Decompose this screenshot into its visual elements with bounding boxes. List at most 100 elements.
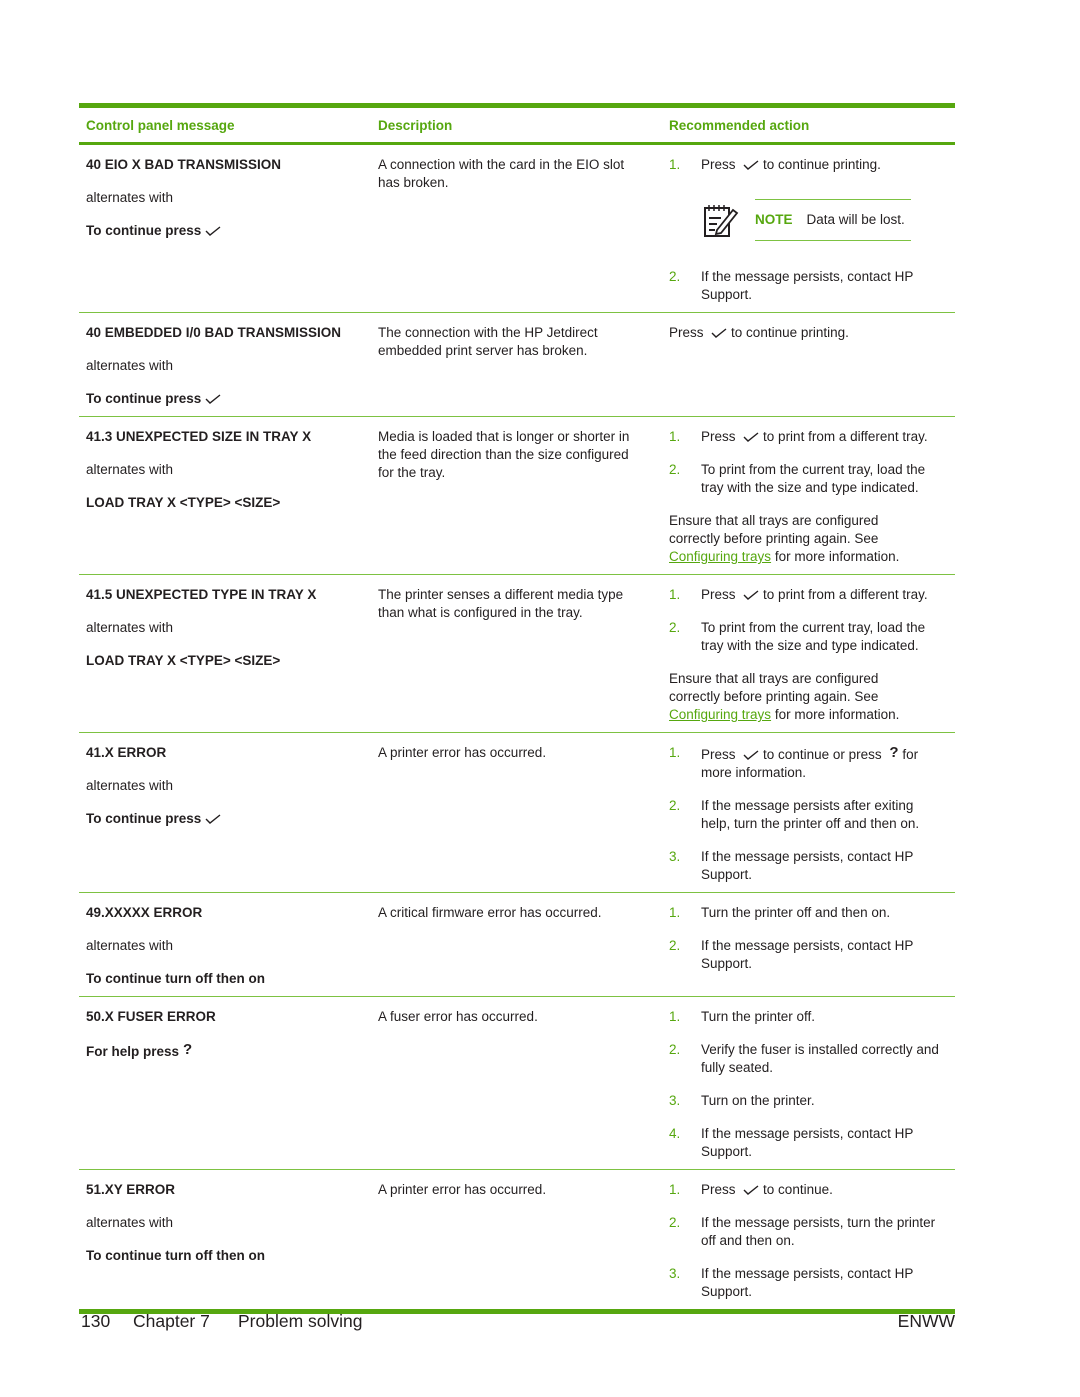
configuring-trays-link[interactable]: Configuring trays <box>669 707 771 722</box>
step-text: Turn the printer off. <box>701 1009 816 1024</box>
step-before: Press <box>701 1182 736 1197</box>
step-after: to continue printing. <box>763 157 881 172</box>
alternate-message-text: To continue press <box>86 811 202 826</box>
description-cell: The connection with the HP Jetdirect emb… <box>371 313 662 416</box>
step-text: If the message persists, contact HP Supp… <box>701 938 914 971</box>
ensure-trays-paragraph: Ensure that all trays are configured cor… <box>669 512 919 566</box>
action-text: Press to continue printing. <box>669 324 955 342</box>
action-steps: 1. Press to print from a different tray. … <box>669 428 955 497</box>
recommended-action-cell: 1. Press to continue. 2. If the message pe… <box>662 1170 955 1309</box>
step-text: Press to continue printing. <box>701 156 941 174</box>
step-number: 1. <box>669 429 681 444</box>
table-header: Control panel message Description Recomm… <box>79 108 955 142</box>
note-pad-icon <box>701 202 741 238</box>
table-row: 50.X FUSER ERROR For help press? A fuser e… <box>79 997 955 1170</box>
table-row: 41.5 UNEXPECTED TYPE IN TRAY X alternates… <box>79 575 955 733</box>
action-step: 4. If the message persists, contact HP Su… <box>669 1125 955 1161</box>
locale-code: ENWW <box>897 1311 955 1331</box>
description-text: The connection with the HP Jetdirect emb… <box>378 325 598 358</box>
control-panel-message-cell: 40 EIO X BAD TRANSMISSION alternates with… <box>79 145 371 312</box>
checkmark-icon <box>743 431 759 443</box>
action-step: 2. To print from the current tray, load t… <box>669 619 955 655</box>
action-step: 1. Press to continue printing. <box>669 156 955 174</box>
step-number: 1. <box>669 157 681 172</box>
step-text: If the message persists, turn the printe… <box>701 1215 936 1248</box>
step-before: Press <box>701 587 736 602</box>
configuring-trays-link[interactable]: Configuring trays <box>669 549 771 564</box>
description-cell: A fuser error has occurred. <box>371 997 662 1169</box>
control-panel-message-cell: 51.XY ERROR alternates with To continue tu… <box>79 1170 371 1309</box>
alternate-message: To continue turn off then on <box>86 970 371 988</box>
action-step: 1. Press to continue or press ? for more … <box>669 744 955 782</box>
table-row: 40 EMBEDDED I/0 BAD TRANSMISSION alternat… <box>79 313 955 417</box>
message-code: 40 EIO X BAD TRANSMISSION <box>86 157 282 172</box>
step-after: to print from a different tray. <box>763 587 928 602</box>
action-step: 1. Press to print from a different tray. <box>669 586 955 604</box>
alternate-message-text: For help press <box>86 1044 180 1059</box>
step-number: 2. <box>669 1042 681 1057</box>
message-code: 41.5 UNEXPECTED TYPE IN TRAY X <box>86 587 317 602</box>
message-code: 49.XXXXX ERROR <box>86 905 203 920</box>
action-step: 1. Press to print from a different tray. <box>669 428 955 446</box>
step-text: If the message persists, contact HP Supp… <box>701 1126 914 1159</box>
checkmark-icon <box>743 589 759 601</box>
ensure-trays-paragraph: Ensure that all trays are configured cor… <box>669 670 919 724</box>
control-panel-message-cell: 41.3 UNEXPECTED SIZE IN TRAY X alternates… <box>79 417 371 574</box>
step-number: 1. <box>669 1182 681 1197</box>
checkmark-icon <box>743 1184 759 1196</box>
message-code: 41.X ERROR <box>86 745 167 760</box>
step-text: To print from the current tray, load the… <box>701 620 926 653</box>
checkmark-icon <box>205 813 221 825</box>
action-steps: 1. Press to continue printing. NOTE Data w… <box>669 156 955 304</box>
recommended-action-cell: 1. Turn the printer off and then on. 2. If … <box>662 893 955 996</box>
action-step: 2. Verify the fuser is installed correctl… <box>669 1041 955 1077</box>
checkmark-icon <box>743 749 759 761</box>
alternates-label: alternates with <box>86 1215 174 1230</box>
action-steps: 1. Turn the printer off. 2. Verify the fuse… <box>669 1008 955 1161</box>
recommended-action-cell: 1. Press to continue printing. NOTE Data w… <box>662 145 955 312</box>
checkmark-icon <box>743 159 759 171</box>
step-text: If the message persists after exiting he… <box>701 798 920 831</box>
description-cell: Media is loaded that is longer or shorte… <box>371 417 662 574</box>
chapter-label: Chapter 7 <box>133 1311 210 1331</box>
step-text: Turn on the printer. <box>701 1093 815 1108</box>
description-cell: A printer error has occurred. <box>371 733 662 892</box>
alternates-label: alternates with <box>86 938 174 953</box>
step-number: 4. <box>669 1126 681 1141</box>
step-text: If the message persists, contact HP Supp… <box>701 269 914 302</box>
alternate-message: LOAD TRAY X <TYPE> <SIZE> <box>86 494 371 512</box>
control-panel-message-cell: 49.XXXXX ERROR alternates with To continue… <box>79 893 371 996</box>
table-row: 51.XY ERROR alternates with To continue tu… <box>79 1170 955 1309</box>
note-label: NOTE <box>755 212 793 227</box>
control-panel-message-cell: 40 EMBEDDED I/0 BAD TRANSMISSION alternat… <box>79 313 371 416</box>
alternates-label: alternates with <box>86 620 174 635</box>
action-step: 2. If the message persists, contact HP Su… <box>669 268 955 304</box>
help-question-icon: ? <box>183 1041 193 1058</box>
description-text: A connection with the card in the EIO sl… <box>378 157 625 190</box>
step-text: Turn the printer off and then on. <box>701 905 891 920</box>
para-before: Ensure that all trays are configured cor… <box>669 671 879 704</box>
message-code: 51.XY ERROR <box>86 1182 176 1197</box>
action-step: 2. If the message persists after exiting … <box>669 797 955 833</box>
step-number: 2. <box>669 269 681 284</box>
step-before: Press <box>701 157 736 172</box>
step-number: 1. <box>669 587 681 602</box>
step-number: 3. <box>669 1266 681 1281</box>
para-before: Ensure that all trays are configured cor… <box>669 513 879 546</box>
para-after: for more information. <box>774 549 900 564</box>
note-item: NOTE Data will be lost. <box>669 189 955 253</box>
description-text: Media is loaded that is longer or shorte… <box>378 429 630 480</box>
alternates-label: alternates with <box>86 190 174 205</box>
description-text: A printer error has occurred. <box>378 745 547 760</box>
alternate-message-text: To continue turn off then on <box>86 971 265 986</box>
step-number: 2. <box>669 1215 681 1230</box>
checkmark-icon <box>711 327 727 339</box>
table-body: 40 EIO X BAD TRANSMISSION alternates with… <box>79 145 955 1309</box>
description-cell: A printer error has occurred. <box>371 1170 662 1309</box>
message-code: 40 EMBEDDED I/0 BAD TRANSMISSION <box>86 325 342 340</box>
help-question-icon: ? <box>889 744 899 761</box>
table-row: 41.3 UNEXPECTED SIZE IN TRAY X alternates… <box>79 417 955 575</box>
step-text: Press to print from a different tray. <box>701 586 941 604</box>
description-text: A critical firmware error has occurred. <box>378 905 602 920</box>
action-steps: 1. Press to continue or press ? for more … <box>669 744 955 884</box>
